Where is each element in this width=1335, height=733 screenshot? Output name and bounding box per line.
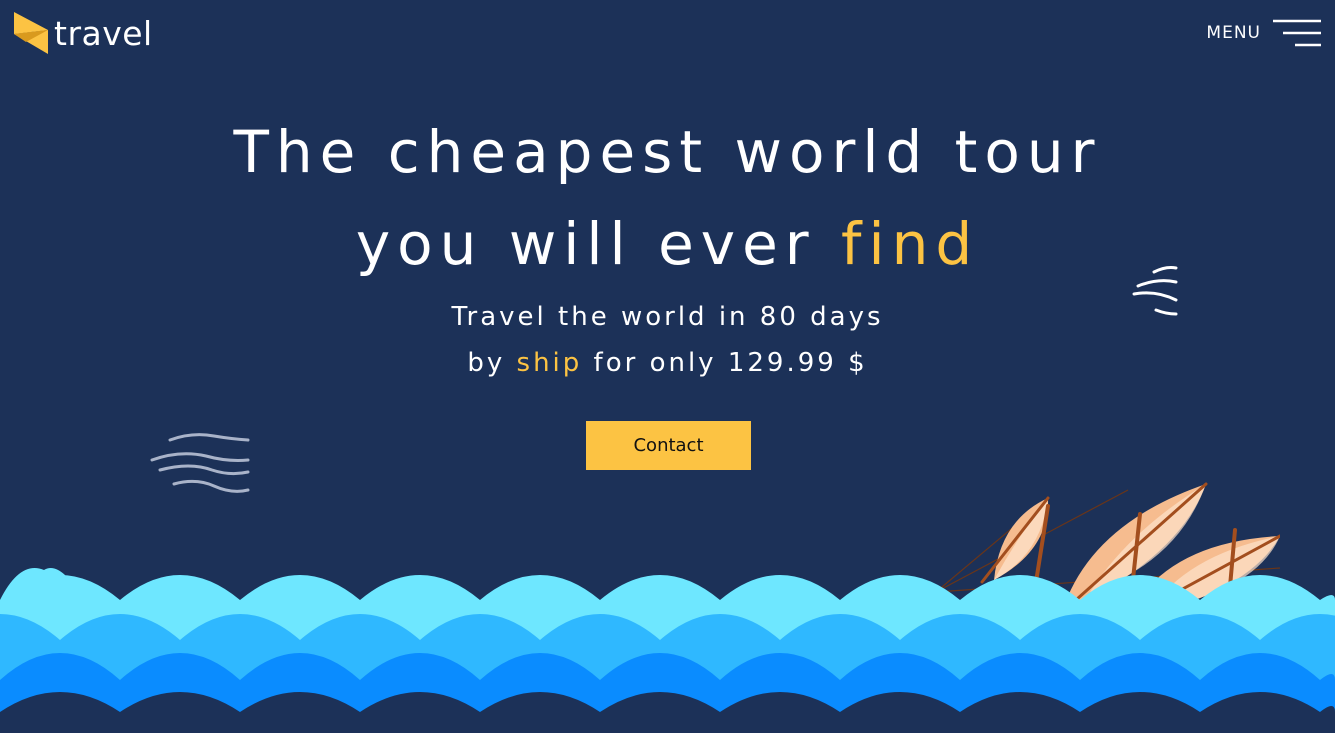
paper-plane-logo-icon [14,12,48,54]
logo-text: travel [54,13,153,53]
menu-button[interactable]: MENU [1206,18,1323,48]
hero-section: The cheapest world tour you will ever fi… [0,106,1335,386]
subtitle-accent: ship [516,348,583,378]
hero-subtitle-line2: by ship for only 129.99 $ [0,340,1335,386]
hero-title-line2: you will ever [355,210,842,278]
subtitle-suffix: for only 129.99 $ [582,348,868,378]
wind-icon [1132,266,1178,316]
ocean-waves [0,568,1335,733]
hamburger-menu-icon [1273,19,1321,47]
menu-label: MENU [1206,23,1261,43]
wind-icon [150,433,250,493]
subtitle-prefix: by [467,348,517,378]
contact-button[interactable]: Contact [586,421,751,470]
logo[interactable]: travel [14,12,153,54]
hero-title-line1: The cheapest world tour [233,118,1102,186]
hero-title-accent: find [841,210,980,278]
